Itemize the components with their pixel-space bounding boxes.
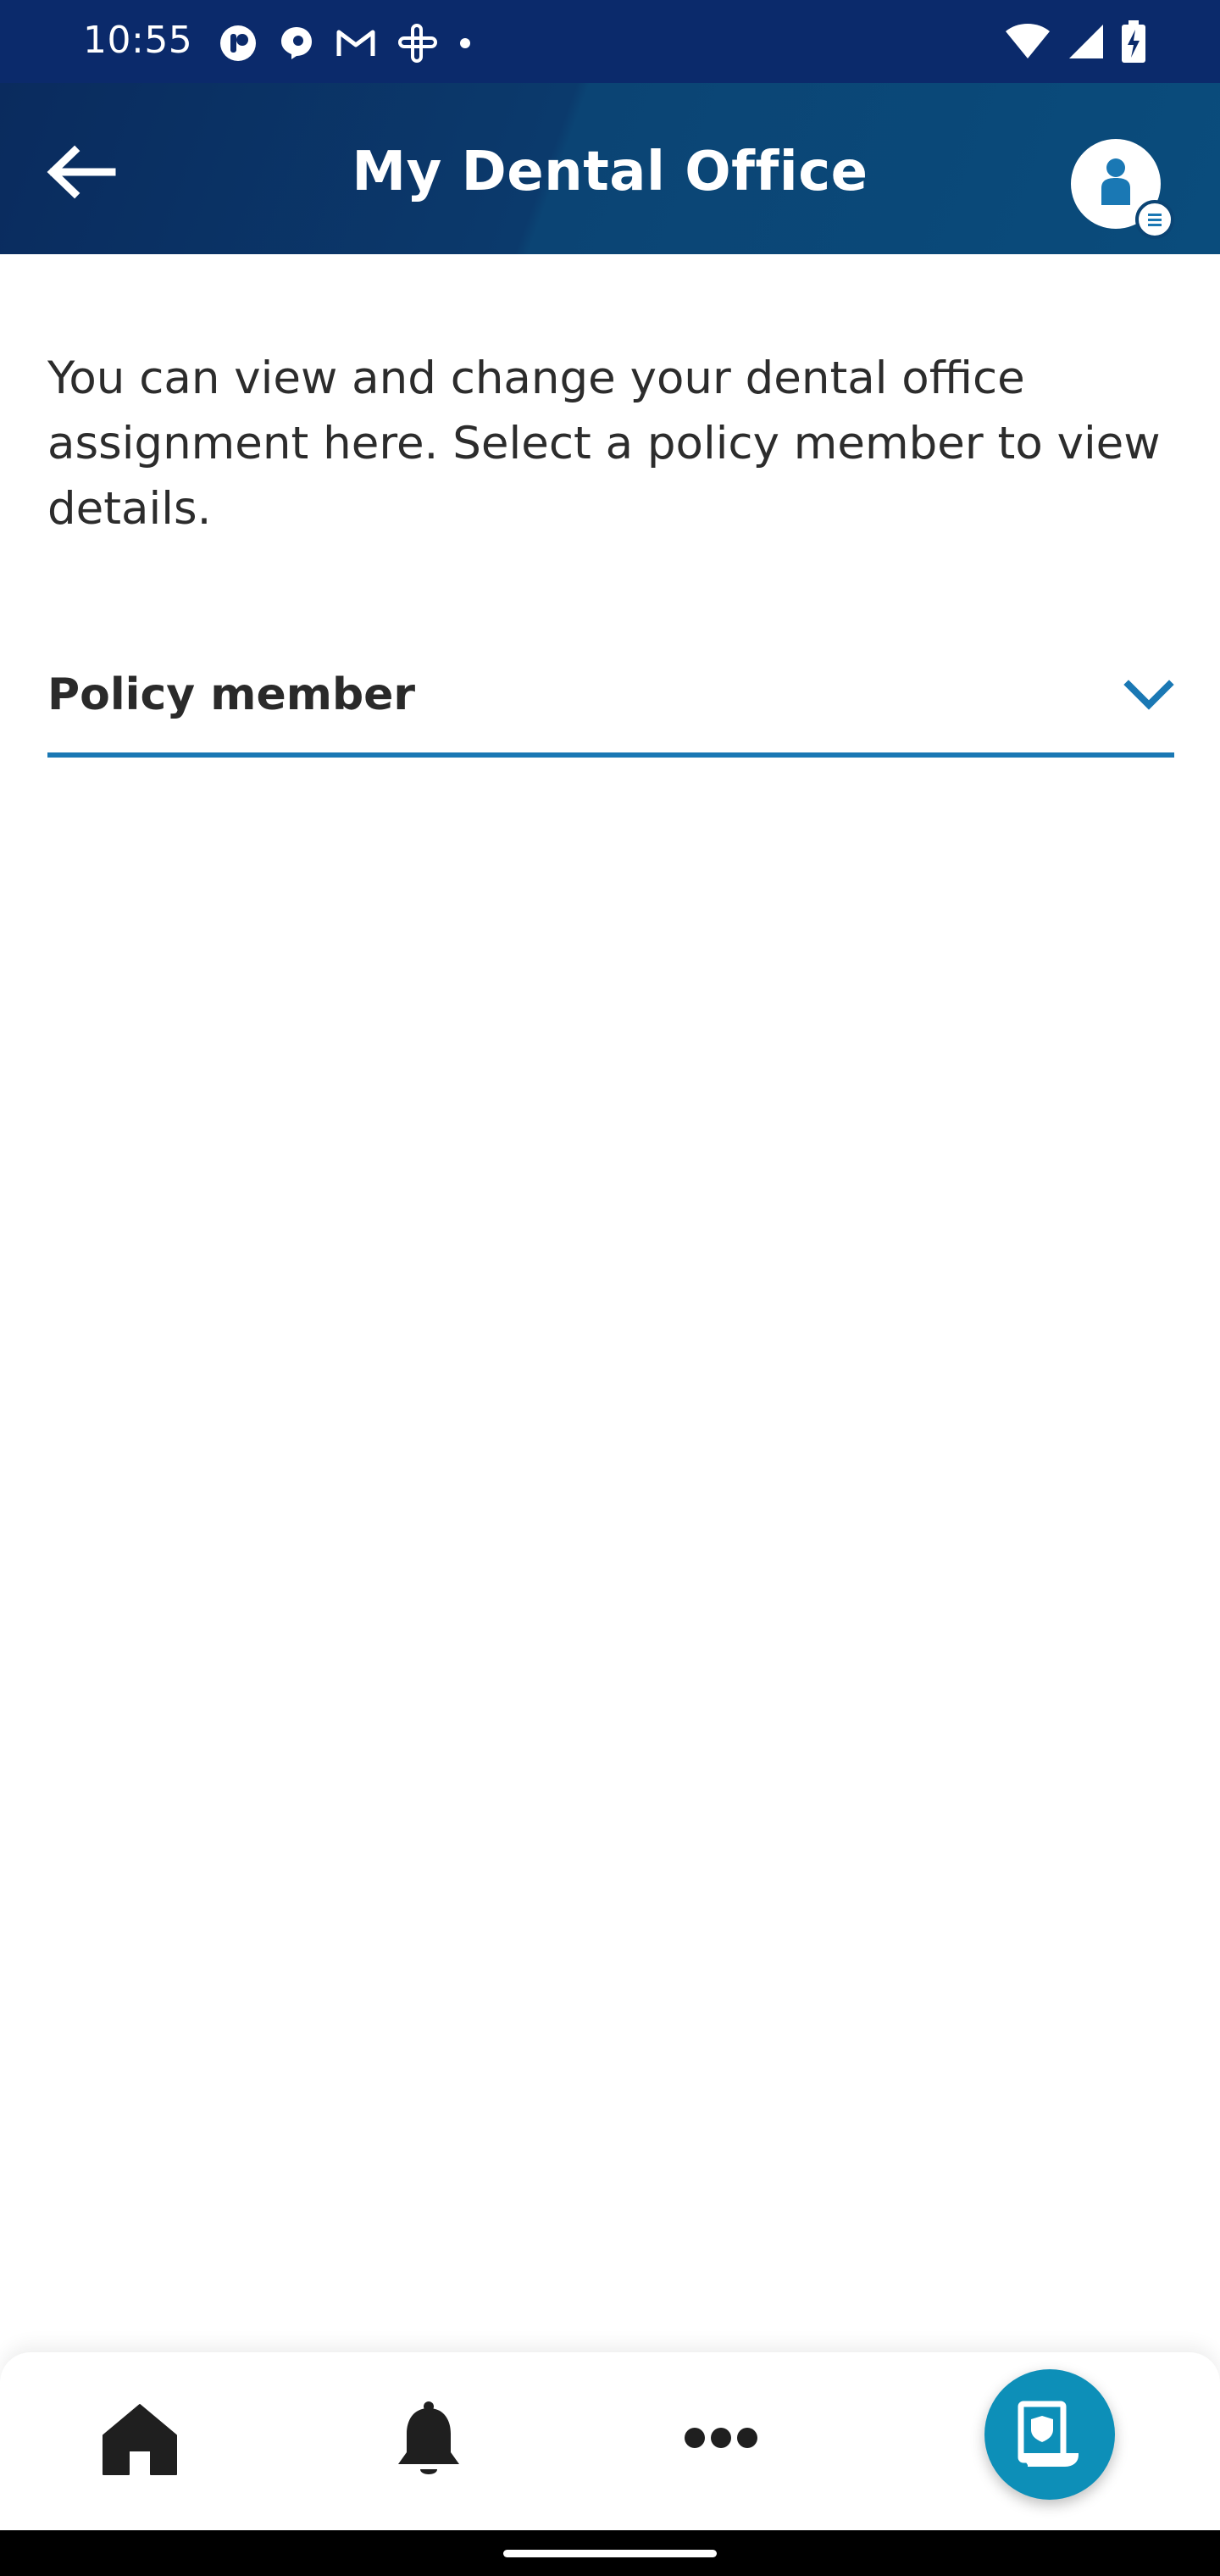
app-bar: My Dental Office [0,83,1220,254]
insurance-card-fab[interactable] [984,2369,1115,2500]
home-icon [103,2404,177,2475]
system-status-icons [1005,19,1145,64]
slack-icon [398,24,437,63]
battery-charging-icon [1122,20,1145,63]
bell-icon [398,2401,459,2474]
nav-more-button[interactable] [683,2425,759,2451]
chevron-down-icon [1123,680,1174,710]
notification-icons [219,20,471,66]
chat-notification-icon [281,27,312,59]
cellular-signal-icon [1069,25,1103,58]
app-notification-icon [220,25,256,61]
insurance-card-icon [1018,2401,1079,2467]
gmail-icon [336,30,375,56]
page-title: My Dental Office [352,141,868,203]
system-navigation-bar [0,2530,1220,2576]
status-bar: 10:55 [0,0,1220,83]
policy-member-select[interactable]: Policy member [47,652,1174,758]
more-horizontal-icon [685,2428,757,2448]
more-notifications-dot-icon [460,38,470,48]
nav-notifications-button[interactable] [395,2400,463,2481]
wifi-icon [1006,24,1050,58]
description-text: You can view and change your dental offi… [47,353,1161,535]
policy-member-label: Policy member [47,669,416,720]
nav-home-button[interactable] [102,2403,178,2476]
menu-badge-icon [1135,200,1174,239]
status-time: 10:55 [83,19,193,62]
home-gesture-indicator[interactable] [503,2550,717,2557]
